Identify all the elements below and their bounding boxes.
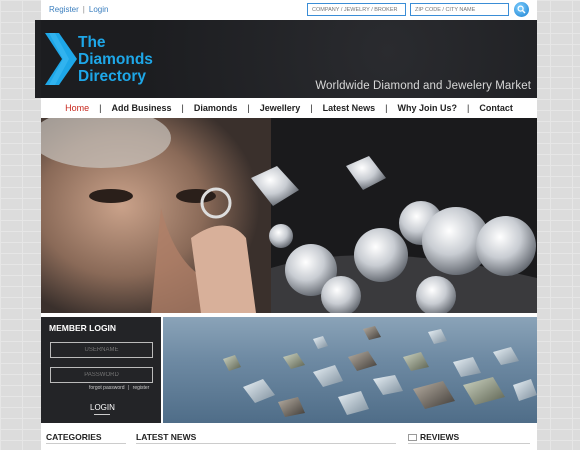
search-icon bbox=[517, 5, 526, 14]
login-links: forgot password | register bbox=[89, 385, 149, 391]
register-link[interactable]: register bbox=[133, 385, 150, 391]
logo-line-3: Directory bbox=[78, 68, 147, 85]
nav-why-join[interactable]: Why Join Us? bbox=[387, 103, 467, 113]
nav-latest-news[interactable]: Latest News bbox=[313, 103, 386, 113]
link-separator: | bbox=[82, 5, 85, 14]
categories-divider bbox=[46, 443, 126, 444]
login-arrow-icon bbox=[94, 414, 110, 415]
reviews-divider bbox=[408, 443, 530, 444]
logo-chevron-icon[interactable] bbox=[45, 33, 77, 85]
site-tagline: Worldwide Diamond and Jewelery Market bbox=[315, 80, 531, 92]
nav-jewellery[interactable]: Jewellery bbox=[250, 103, 311, 113]
site-logo[interactable]: The Diamonds Directory bbox=[78, 34, 153, 85]
search-button[interactable] bbox=[514, 2, 529, 17]
username-field[interactable] bbox=[50, 342, 153, 358]
login-link[interactable]: Login bbox=[89, 5, 109, 14]
register-link[interactable]: Register bbox=[49, 5, 79, 14]
latest-news-heading: LATEST NEWS bbox=[136, 432, 197, 442]
company-search-input[interactable] bbox=[307, 3, 406, 16]
login-button[interactable]: LOGIN bbox=[90, 403, 115, 412]
nav-home[interactable]: Home bbox=[55, 103, 99, 113]
logo-line-2: Diamonds bbox=[78, 51, 153, 68]
scattered-gems-illustration bbox=[223, 326, 537, 417]
main-nav: Home | Add Business | Diamonds | Jewelle… bbox=[41, 98, 537, 118]
hero-banner-image bbox=[41, 118, 537, 313]
top-bar: Register | Login bbox=[41, 0, 537, 20]
reviews-icon bbox=[408, 434, 417, 441]
login-title: MEMBER LOGIN bbox=[49, 323, 117, 333]
nav-diamonds[interactable]: Diamonds bbox=[184, 103, 248, 113]
login-link-separator: | bbox=[127, 385, 130, 391]
logo-line-1: The bbox=[78, 34, 106, 51]
account-links: Register | Login bbox=[49, 5, 108, 14]
page-container: Register|Login The Diamonds Directory Wo… bbox=[35, 0, 537, 450]
categories-heading: CATEGORIES bbox=[46, 432, 102, 442]
site-header: The Diamonds Directory Worldwide Diamond… bbox=[35, 20, 537, 98]
nav-add-business[interactable]: Add Business bbox=[102, 103, 182, 113]
location-search-input[interactable] bbox=[410, 3, 509, 16]
password-field[interactable] bbox=[50, 367, 153, 383]
nav-contact[interactable]: Contact bbox=[469, 103, 523, 113]
jeweler-with-diamonds-illustration bbox=[41, 118, 537, 313]
gemstones-image bbox=[163, 317, 537, 423]
forgot-password-link[interactable]: forgot password bbox=[89, 385, 125, 391]
member-login-panel: MEMBER LOGIN forgot password | register … bbox=[41, 317, 161, 423]
latest-news-divider bbox=[136, 443, 396, 444]
reviews-heading: REVIEWS bbox=[420, 432, 460, 442]
